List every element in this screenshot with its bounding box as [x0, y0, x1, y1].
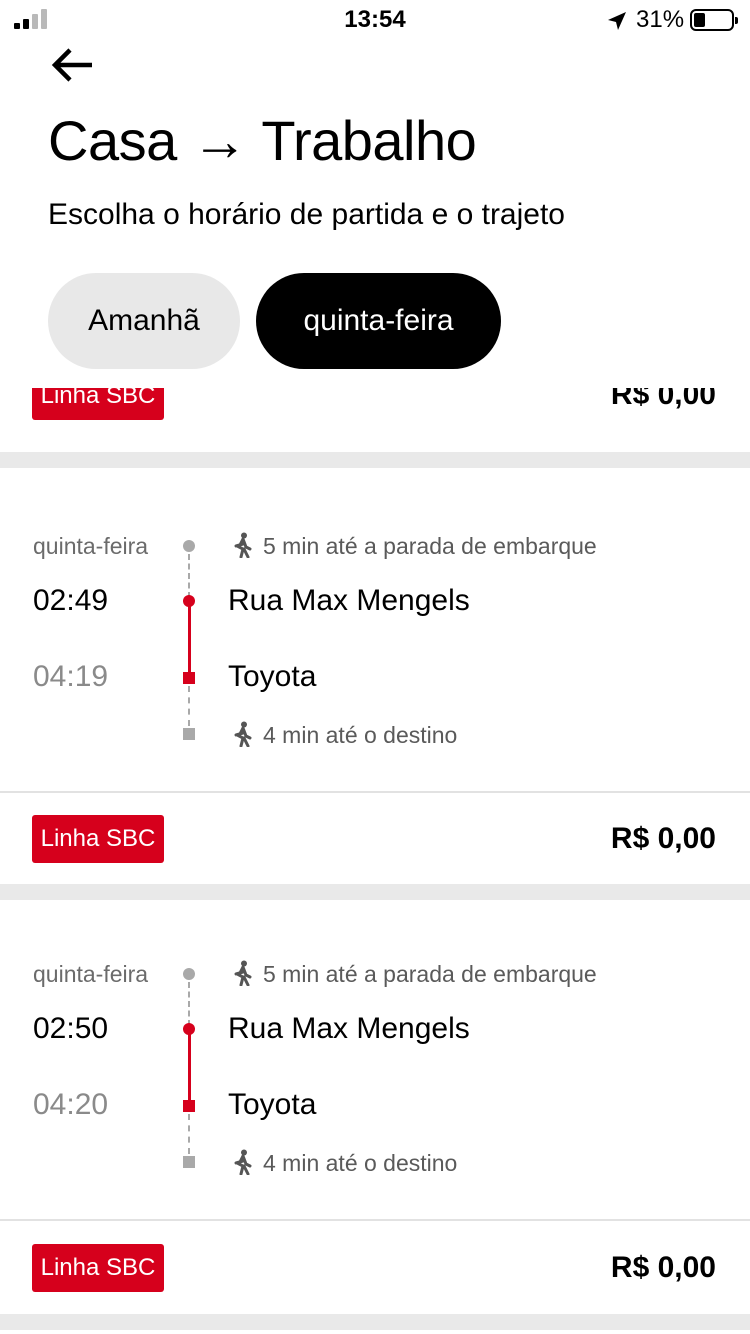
- price: R$ 0,00: [610, 388, 716, 411]
- trip-card[interactable]: quinta-feira 5 min até a parada de embar…: [0, 468, 750, 892]
- arrival-stop: Toyota: [228, 1088, 317, 1121]
- price: R$ 0,00: [610, 1251, 716, 1284]
- battery-percent: 31%: [636, 6, 685, 33]
- chip-tomorrow[interactable]: Amanhã: [48, 273, 240, 369]
- destination-marker: [183, 1156, 195, 1168]
- departure-stop: Rua Max Mengels: [228, 1012, 470, 1045]
- line-badge: Linha SBC: [32, 815, 164, 863]
- departure-stop: Rua Max Mengels: [228, 584, 470, 617]
- walk-route-line: [188, 554, 190, 598]
- route-dot: [183, 968, 195, 980]
- trip-day: quinta-feira: [33, 961, 149, 987]
- arrival-marker: [183, 672, 195, 684]
- card-separator: [0, 884, 750, 900]
- walk-route-line: [188, 686, 190, 726]
- page-title: Casa → Trabalho: [48, 109, 477, 172]
- departure-time: 02:49: [33, 584, 109, 617]
- walking-person-icon: [234, 721, 252, 747]
- walking-person-icon: [234, 1149, 252, 1175]
- walk-to-stop: 5 min até a parada de embarque: [263, 961, 597, 987]
- walking-person-icon: [234, 532, 252, 558]
- card-divider: [0, 1219, 750, 1221]
- card-separator: [0, 452, 750, 468]
- line-badge: Linha SBC: [32, 1244, 164, 1292]
- status-bar: 13:54 31%: [0, 0, 750, 40]
- ride-route-line: [188, 1030, 191, 1106]
- location-arrow-icon: [608, 12, 626, 30]
- route-dot: [183, 540, 195, 552]
- trip-day: quinta-feira: [33, 533, 149, 559]
- arrival-marker: [183, 1100, 195, 1112]
- page-subtitle: Escolha o horário de partida e o trajeto: [48, 198, 565, 231]
- walk-route-line: [188, 982, 190, 1026]
- back-arrow-icon[interactable]: [48, 42, 98, 88]
- chip-thursday[interactable]: quinta-feira: [256, 273, 501, 369]
- card-separator: [0, 1314, 750, 1330]
- walk-to-stop: 5 min até a parada de embarque: [263, 533, 597, 559]
- destination-marker: [183, 728, 195, 740]
- walk-to-destination: 4 min até o destino: [263, 722, 458, 748]
- departure-time: 02:50: [33, 1012, 109, 1045]
- price: R$ 0,00: [610, 822, 716, 855]
- card-divider: [0, 791, 750, 793]
- arrival-time: 04:20: [33, 1088, 109, 1121]
- walk-route-line: [188, 1114, 190, 1154]
- walk-to-destination: 4 min até o destino: [263, 1150, 458, 1176]
- walking-person-icon: [234, 960, 252, 986]
- arrival-time: 04:19: [33, 660, 109, 693]
- ride-route-line: [188, 602, 191, 678]
- trip-list[interactable]: Linha SBC R$ 0,00 quinta-feira 5 min até…: [0, 388, 750, 1334]
- trip-card[interactable]: quinta-feira 5 min até a parada de embar…: [0, 900, 750, 1324]
- arrival-stop: Toyota: [228, 660, 317, 693]
- line-badge: Linha SBC: [32, 388, 164, 420]
- battery-icon: [690, 9, 738, 31]
